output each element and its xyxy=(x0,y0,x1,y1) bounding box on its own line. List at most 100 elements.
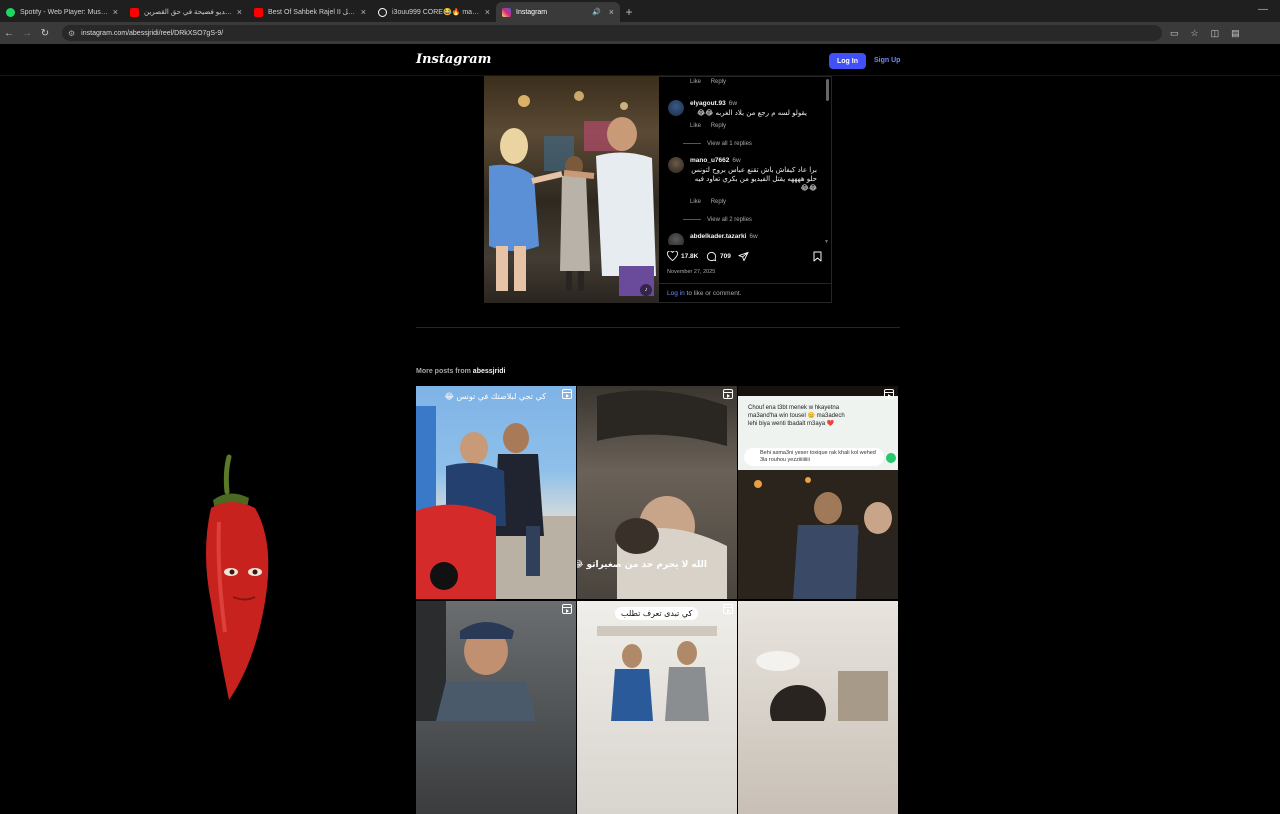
scroll-down-icon[interactable]: ▼ xyxy=(824,239,829,245)
comment-username[interactable]: mano_u7662 6w xyxy=(690,157,741,164)
extensions-icon[interactable]: ◫ xyxy=(1211,28,1220,39)
avatar[interactable] xyxy=(668,233,684,245)
like-link[interactable]: Like xyxy=(690,123,701,129)
cast-icon[interactable]: ▭ xyxy=(1170,28,1179,39)
back-icon[interactable]: ← xyxy=(0,28,18,39)
comment-meta: Like Reply xyxy=(690,123,734,129)
grid-post[interactable]: Chouf ena t3bt menek w hkayetna ma3and'h… xyxy=(738,386,898,599)
grid-post[interactable] xyxy=(416,601,576,814)
address-bar[interactable]: ⚙ instagram.com/abessjridi/reel/DRkXSO7g… xyxy=(62,25,1162,41)
like-link[interactable]: Like xyxy=(690,199,701,205)
grid-post[interactable]: الله لا يحرم حد من صغيراتو 😂 xyxy=(577,386,737,599)
spotify-icon xyxy=(6,7,15,17)
minimize-icon[interactable]: — xyxy=(1258,4,1268,15)
close-icon[interactable]: × xyxy=(361,7,366,17)
more-posts-account-link[interactable]: abessjridi xyxy=(473,368,506,375)
like-button[interactable]: 17.8K xyxy=(667,251,698,261)
comment-icon xyxy=(706,251,717,262)
avatar[interactable] xyxy=(668,157,684,173)
chat-line: Chouf ena t3bt menek w hkayetna xyxy=(748,405,840,411)
comment-list[interactable]: Like Reply elyagout.93 6w يقولو لسه م رجع… xyxy=(659,77,827,245)
browser-tab-instagram[interactable]: Instagram 🔊 × xyxy=(496,2,620,22)
new-tab-button[interactable]: + xyxy=(620,2,638,22)
share-icon xyxy=(738,251,749,262)
comment-meta: Like Reply xyxy=(690,199,734,205)
comment-username[interactable]: elyagout.93 6w xyxy=(690,100,737,107)
reply-link[interactable]: Reply xyxy=(711,199,726,205)
bookmark-star-icon[interactable]: ☆ xyxy=(1191,28,1199,39)
browser-tab-youtube-2[interactable]: Best Of Sahbek Rajel II صاحبك راجل × xyxy=(248,2,372,22)
send-icon xyxy=(886,453,896,463)
comment-text: برا عاد كيفاش باش تقنع عباس بروح لتونس ح… xyxy=(691,166,817,192)
more-posts-grid: كي تجي لبلاصتك في تونس 😂 الله لا يحرم حد… xyxy=(416,386,900,814)
more-posts-heading: More posts from abessjridi xyxy=(416,368,505,375)
view-replies-link[interactable]: View all 2 replies xyxy=(683,217,752,223)
grid-post[interactable] xyxy=(738,601,898,814)
close-icon[interactable]: × xyxy=(485,7,490,17)
comments-scrollbar[interactable]: ▼ xyxy=(824,77,829,245)
login-prompt-text: to like or comment. xyxy=(684,290,742,297)
post-date: November 27, 2025 xyxy=(667,269,716,275)
grid-post[interactable]: كي تجي لبلاصتك في تونس 😂 xyxy=(416,386,576,599)
comments-panel: Like Reply elyagout.93 6w يقولو لسه م رجع… xyxy=(659,76,832,303)
reel-icon xyxy=(723,604,733,614)
scroll-thumb[interactable] xyxy=(826,79,829,101)
comment-text: يقولو لسه م رجع من بلاد الغربه 😂😂 xyxy=(696,109,807,117)
bookmark-icon xyxy=(813,251,822,262)
reply-link[interactable]: Reply xyxy=(711,123,726,129)
forward-icon[interactable]: → xyxy=(18,28,36,39)
login-button[interactable]: Log In xyxy=(829,53,866,69)
post-caption: الله لا يحرم حد من صغيراتو 😂 xyxy=(577,560,707,570)
post-actions: 17.8K 709 xyxy=(667,251,825,265)
close-icon[interactable]: × xyxy=(113,7,118,17)
comment-button[interactable]: 709 xyxy=(706,251,731,262)
post-thumbnail xyxy=(738,470,898,599)
comment-count: 709 xyxy=(720,253,731,260)
section-divider xyxy=(416,327,900,328)
browser-toolbar: ← → ↻ ⚙ instagram.com/abessjridi/reel/DR… xyxy=(0,22,1280,44)
close-icon[interactable]: × xyxy=(237,7,242,17)
view-replies-link[interactable]: View all 1 replies xyxy=(683,141,752,147)
login-prompt: Log in to like or comment. xyxy=(667,290,741,297)
tab-title: i3ouu999 CORE😂🔥 ma #explore xyxy=(392,9,481,16)
post-thumbnail xyxy=(416,601,536,721)
post-thumbnail xyxy=(416,406,576,599)
reel-icon xyxy=(562,604,572,614)
like-link[interactable]: Like xyxy=(690,79,701,85)
reply-link[interactable]: Reply xyxy=(711,79,726,85)
site-info-icon[interactable]: ⚙ xyxy=(68,29,75,38)
grid-post[interactable]: كي تبدى تعرف تطلب xyxy=(577,601,737,814)
post-caption: كي تجي لبلاصتك في تونس 😂 xyxy=(444,392,546,401)
reel-icon xyxy=(562,389,572,399)
youtube-icon xyxy=(130,7,139,17)
avatar[interactable] xyxy=(668,100,684,116)
post-caption: كي تبدى تعرف تطلب xyxy=(615,607,699,620)
chat-line: lehi biya wenti tbadalt m3aya ❤️ xyxy=(748,421,835,427)
more-posts-label: More posts from xyxy=(416,368,473,375)
instagram-icon xyxy=(502,7,511,17)
reel-video[interactable]: ♪ xyxy=(484,76,659,303)
divider xyxy=(659,283,831,284)
tab-title: Spotify - Web Player: Music fo xyxy=(20,8,109,16)
comment-username[interactable]: abdelkader.tazarki 6w xyxy=(690,233,758,240)
browser-tab-spotify[interactable]: Spotify - Web Player: Music fo × xyxy=(0,2,124,22)
reload-icon[interactable]: ↻ xyxy=(36,28,54,39)
instagram-header: Instagram Log In Sign Up xyxy=(0,44,1280,76)
close-icon[interactable]: × xyxy=(609,7,614,17)
browser-tab-tiktok[interactable]: i3ouu999 CORE😂🔥 ma #explore × xyxy=(372,2,496,22)
reel-icon xyxy=(884,389,894,399)
browser-tab-youtube-1[interactable]: فيديو فضيحة في حق القصرين - × xyxy=(124,2,248,22)
save-button[interactable] xyxy=(813,251,822,262)
post-thumbnail xyxy=(756,651,888,737)
chat-screenshot: Chouf ena t3bt menek w hkayetna ma3and'h… xyxy=(738,396,898,470)
signup-link[interactable]: Sign Up xyxy=(874,57,900,64)
share-button[interactable] xyxy=(738,251,749,262)
speaker-icon[interactable]: 🔊 xyxy=(592,8,601,16)
login-link[interactable]: Log in xyxy=(667,290,685,297)
mute-icon[interactable]: ♪ xyxy=(640,284,652,296)
instagram-logo[interactable]: Instagram xyxy=(416,52,491,67)
chat-line: ma3and'ha win tousel 😑 ma3adech xyxy=(748,413,845,419)
like-count: 17.8K xyxy=(681,252,699,260)
sidebar-icon[interactable]: ▤ xyxy=(1231,28,1240,39)
heart-icon xyxy=(667,251,678,261)
